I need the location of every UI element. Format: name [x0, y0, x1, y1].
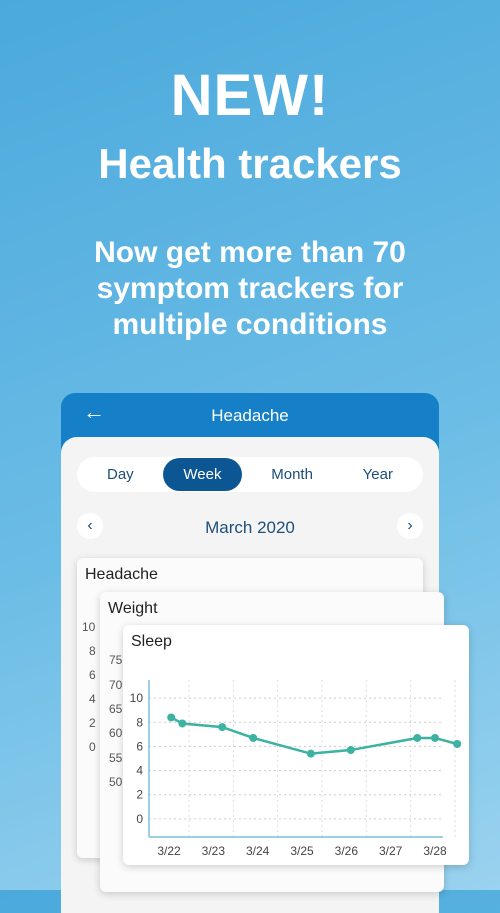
data-point [413, 733, 422, 742]
x-tick-label: 3/24 [246, 844, 270, 858]
y-tick: 2 [89, 716, 96, 730]
period-segmented-control: Day Week Month Year [77, 457, 423, 492]
data-point [218, 723, 227, 732]
y-tick: 75 [109, 653, 123, 667]
y-tick: 8 [89, 644, 96, 658]
x-tick-label: 3/25 [290, 844, 314, 858]
y-tick-label: 4 [136, 764, 143, 778]
y-tick: 50 [109, 775, 123, 789]
x-tick-label: 3/22 [157, 844, 181, 858]
y-tick-label: 10 [130, 691, 144, 705]
tagline-line: Now get more than 70 [94, 236, 406, 269]
sleep-chart: 0 2 4 6 8 10 3/22 3/23 3/24 3/25 3/26 3/27 3/28 [130, 680, 462, 858]
card-title: Sleep [131, 633, 172, 650]
headline: NEW! [170, 63, 330, 128]
y-tick: 60 [109, 726, 123, 740]
y-tick: 6 [89, 668, 96, 682]
tab-day[interactable]: Day [87, 458, 154, 491]
data-point [167, 713, 176, 722]
app-bar: ← Headache [61, 393, 439, 437]
tagline-line: multiple conditions [112, 308, 388, 341]
y-tick-label: 0 [136, 812, 143, 826]
data-point [178, 719, 187, 728]
sleep-card[interactable]: Sleep 0 2 4 6 8 10 3/22 3/23 3/24 3/25 3/26 3/27 3/2… [123, 625, 469, 865]
y-tick: 70 [109, 678, 123, 692]
screen-title: Headache [211, 406, 289, 425]
period-label: March 2020 [205, 518, 295, 537]
y-tick-label: 6 [136, 739, 143, 753]
y-tick: 55 [109, 751, 123, 765]
tab-year[interactable]: Year [343, 458, 413, 491]
card-title: Headache [85, 566, 158, 583]
period-navigator: ‹ March 2020 › [77, 507, 423, 547]
y-tick-label: 2 [136, 788, 143, 802]
x-tick-label: 3/26 [335, 844, 359, 858]
data-point [249, 733, 258, 742]
chevron-right-icon[interactable]: › [397, 513, 423, 539]
data-point [453, 740, 462, 749]
data-point [431, 733, 439, 742]
tab-week[interactable]: Week [163, 458, 242, 491]
y-tick: 0 [89, 740, 96, 754]
x-tick-label: 3/28 [423, 844, 447, 858]
y-tick: 4 [89, 692, 96, 706]
x-tick-label: 3/23 [202, 844, 226, 858]
x-tick-label: 3/27 [379, 844, 403, 858]
tab-month[interactable]: Month [251, 458, 333, 491]
y-tick: 10 [82, 620, 96, 634]
tagline-line: symptom trackers for [96, 272, 404, 305]
data-point [306, 749, 315, 758]
subheadline: Health trackers [98, 140, 402, 187]
y-tick: 65 [109, 702, 123, 716]
card-title: Weight [108, 600, 158, 617]
y-tick-label: 8 [136, 715, 143, 729]
tagline: Now get more than 70 symptom trackers fo… [0, 235, 500, 343]
data-point [346, 746, 355, 755]
